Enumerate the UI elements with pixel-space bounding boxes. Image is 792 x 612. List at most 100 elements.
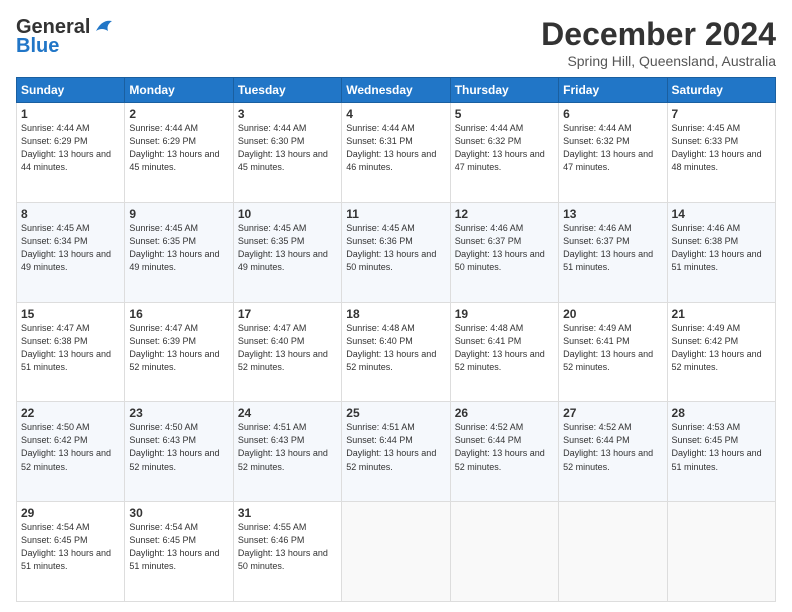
- logo: General Blue: [16, 16, 114, 58]
- calendar-header-friday: Friday: [559, 78, 667, 103]
- day-number: 7: [672, 107, 771, 121]
- day-number: 6: [563, 107, 662, 121]
- day-number: 12: [455, 207, 554, 221]
- day-info: Sunrise: 4:46 AMSunset: 6:37 PMDaylight:…: [455, 223, 545, 272]
- calendar-header-tuesday: Tuesday: [233, 78, 341, 103]
- day-info: Sunrise: 4:55 AMSunset: 6:46 PMDaylight:…: [238, 522, 328, 571]
- day-number: 31: [238, 506, 337, 520]
- day-info: Sunrise: 4:47 AMSunset: 6:40 PMDaylight:…: [238, 323, 328, 372]
- day-number: 18: [346, 307, 445, 321]
- day-info: Sunrise: 4:52 AMSunset: 6:44 PMDaylight:…: [455, 422, 545, 471]
- calendar-body: 1 Sunrise: 4:44 AMSunset: 6:29 PMDayligh…: [17, 103, 776, 602]
- calendar-header-saturday: Saturday: [667, 78, 775, 103]
- calendar-cell: [342, 502, 450, 602]
- day-info: Sunrise: 4:51 AMSunset: 6:43 PMDaylight:…: [238, 422, 328, 471]
- calendar-cell: 14 Sunrise: 4:46 AMSunset: 6:38 PMDaylig…: [667, 202, 775, 302]
- day-number: 20: [563, 307, 662, 321]
- logo-blue: Blue: [16, 35, 59, 58]
- day-number: 4: [346, 107, 445, 121]
- day-number: 3: [238, 107, 337, 121]
- calendar-cell: 18 Sunrise: 4:48 AMSunset: 6:40 PMDaylig…: [342, 302, 450, 402]
- calendar-cell: 8 Sunrise: 4:45 AMSunset: 6:34 PMDayligh…: [17, 202, 125, 302]
- day-number: 17: [238, 307, 337, 321]
- calendar-cell: 2 Sunrise: 4:44 AMSunset: 6:29 PMDayligh…: [125, 103, 233, 203]
- day-info: Sunrise: 4:49 AMSunset: 6:42 PMDaylight:…: [672, 323, 762, 372]
- calendar-cell: 4 Sunrise: 4:44 AMSunset: 6:31 PMDayligh…: [342, 103, 450, 203]
- day-info: Sunrise: 4:50 AMSunset: 6:43 PMDaylight:…: [129, 422, 219, 471]
- calendar-cell: 19 Sunrise: 4:48 AMSunset: 6:41 PMDaylig…: [450, 302, 558, 402]
- day-number: 21: [672, 307, 771, 321]
- calendar-header-thursday: Thursday: [450, 78, 558, 103]
- calendar-week-5: 29 Sunrise: 4:54 AMSunset: 6:45 PMDaylig…: [17, 502, 776, 602]
- day-number: 9: [129, 207, 228, 221]
- day-number: 30: [129, 506, 228, 520]
- calendar-cell: 13 Sunrise: 4:46 AMSunset: 6:37 PMDaylig…: [559, 202, 667, 302]
- calendar-cell: 29 Sunrise: 4:54 AMSunset: 6:45 PMDaylig…: [17, 502, 125, 602]
- day-info: Sunrise: 4:54 AMSunset: 6:45 PMDaylight:…: [129, 522, 219, 571]
- day-number: 16: [129, 307, 228, 321]
- calendar-cell: 31 Sunrise: 4:55 AMSunset: 6:46 PMDaylig…: [233, 502, 341, 602]
- day-info: Sunrise: 4:44 AMSunset: 6:32 PMDaylight:…: [563, 123, 653, 172]
- calendar-cell: 16 Sunrise: 4:47 AMSunset: 6:39 PMDaylig…: [125, 302, 233, 402]
- day-info: Sunrise: 4:47 AMSunset: 6:38 PMDaylight:…: [21, 323, 111, 372]
- day-info: Sunrise: 4:44 AMSunset: 6:32 PMDaylight:…: [455, 123, 545, 172]
- day-number: 15: [21, 307, 120, 321]
- calendar-header-monday: Monday: [125, 78, 233, 103]
- day-number: 1: [21, 107, 120, 121]
- day-info: Sunrise: 4:45 AMSunset: 6:35 PMDaylight:…: [129, 223, 219, 272]
- day-number: 14: [672, 207, 771, 221]
- page: General Blue December 2024 Spring Hill, …: [0, 0, 792, 612]
- calendar-cell: 11 Sunrise: 4:45 AMSunset: 6:36 PMDaylig…: [342, 202, 450, 302]
- calendar-cell: 6 Sunrise: 4:44 AMSunset: 6:32 PMDayligh…: [559, 103, 667, 203]
- calendar-cell: 10 Sunrise: 4:45 AMSunset: 6:35 PMDaylig…: [233, 202, 341, 302]
- day-number: 2: [129, 107, 228, 121]
- calendar-cell: 30 Sunrise: 4:54 AMSunset: 6:45 PMDaylig…: [125, 502, 233, 602]
- main-title: December 2024: [541, 16, 776, 53]
- day-info: Sunrise: 4:45 AMSunset: 6:34 PMDaylight:…: [21, 223, 111, 272]
- day-info: Sunrise: 4:50 AMSunset: 6:42 PMDaylight:…: [21, 422, 111, 471]
- day-info: Sunrise: 4:48 AMSunset: 6:40 PMDaylight:…: [346, 323, 436, 372]
- calendar-cell: 26 Sunrise: 4:52 AMSunset: 6:44 PMDaylig…: [450, 402, 558, 502]
- calendar-header-sunday: Sunday: [17, 78, 125, 103]
- calendar-cell: 21 Sunrise: 4:49 AMSunset: 6:42 PMDaylig…: [667, 302, 775, 402]
- day-info: Sunrise: 4:48 AMSunset: 6:41 PMDaylight:…: [455, 323, 545, 372]
- day-info: Sunrise: 4:47 AMSunset: 6:39 PMDaylight:…: [129, 323, 219, 372]
- day-info: Sunrise: 4:45 AMSunset: 6:33 PMDaylight:…: [672, 123, 762, 172]
- calendar-week-1: 1 Sunrise: 4:44 AMSunset: 6:29 PMDayligh…: [17, 103, 776, 203]
- day-info: Sunrise: 4:44 AMSunset: 6:30 PMDaylight:…: [238, 123, 328, 172]
- calendar-cell: 22 Sunrise: 4:50 AMSunset: 6:42 PMDaylig…: [17, 402, 125, 502]
- day-number: 23: [129, 406, 228, 420]
- calendar-cell: 1 Sunrise: 4:44 AMSunset: 6:29 PMDayligh…: [17, 103, 125, 203]
- day-number: 27: [563, 406, 662, 420]
- day-info: Sunrise: 4:44 AMSunset: 6:31 PMDaylight:…: [346, 123, 436, 172]
- calendar-cell: [559, 502, 667, 602]
- day-number: 13: [563, 207, 662, 221]
- day-number: 29: [21, 506, 120, 520]
- calendar-cell: 17 Sunrise: 4:47 AMSunset: 6:40 PMDaylig…: [233, 302, 341, 402]
- day-number: 22: [21, 406, 120, 420]
- logo-bird-icon: [92, 17, 114, 35]
- subtitle: Spring Hill, Queensland, Australia: [541, 53, 776, 69]
- calendar-cell: 7 Sunrise: 4:45 AMSunset: 6:33 PMDayligh…: [667, 103, 775, 203]
- calendar-header-row: SundayMondayTuesdayWednesdayThursdayFrid…: [17, 78, 776, 103]
- calendar-cell: 20 Sunrise: 4:49 AMSunset: 6:41 PMDaylig…: [559, 302, 667, 402]
- calendar-cell: 3 Sunrise: 4:44 AMSunset: 6:30 PMDayligh…: [233, 103, 341, 203]
- calendar-cell: [450, 502, 558, 602]
- day-number: 5: [455, 107, 554, 121]
- day-number: 26: [455, 406, 554, 420]
- day-info: Sunrise: 4:54 AMSunset: 6:45 PMDaylight:…: [21, 522, 111, 571]
- calendar-week-2: 8 Sunrise: 4:45 AMSunset: 6:34 PMDayligh…: [17, 202, 776, 302]
- day-number: 25: [346, 406, 445, 420]
- calendar-cell: 24 Sunrise: 4:51 AMSunset: 6:43 PMDaylig…: [233, 402, 341, 502]
- calendar-cell: 12 Sunrise: 4:46 AMSunset: 6:37 PMDaylig…: [450, 202, 558, 302]
- calendar-table: SundayMondayTuesdayWednesdayThursdayFrid…: [16, 77, 776, 602]
- day-info: Sunrise: 4:44 AMSunset: 6:29 PMDaylight:…: [21, 123, 111, 172]
- day-info: Sunrise: 4:46 AMSunset: 6:38 PMDaylight:…: [672, 223, 762, 272]
- calendar-cell: 25 Sunrise: 4:51 AMSunset: 6:44 PMDaylig…: [342, 402, 450, 502]
- calendar-header-wednesday: Wednesday: [342, 78, 450, 103]
- calendar-week-3: 15 Sunrise: 4:47 AMSunset: 6:38 PMDaylig…: [17, 302, 776, 402]
- day-info: Sunrise: 4:45 AMSunset: 6:35 PMDaylight:…: [238, 223, 328, 272]
- calendar-cell: 9 Sunrise: 4:45 AMSunset: 6:35 PMDayligh…: [125, 202, 233, 302]
- calendar-cell: 28 Sunrise: 4:53 AMSunset: 6:45 PMDaylig…: [667, 402, 775, 502]
- calendar-cell: [667, 502, 775, 602]
